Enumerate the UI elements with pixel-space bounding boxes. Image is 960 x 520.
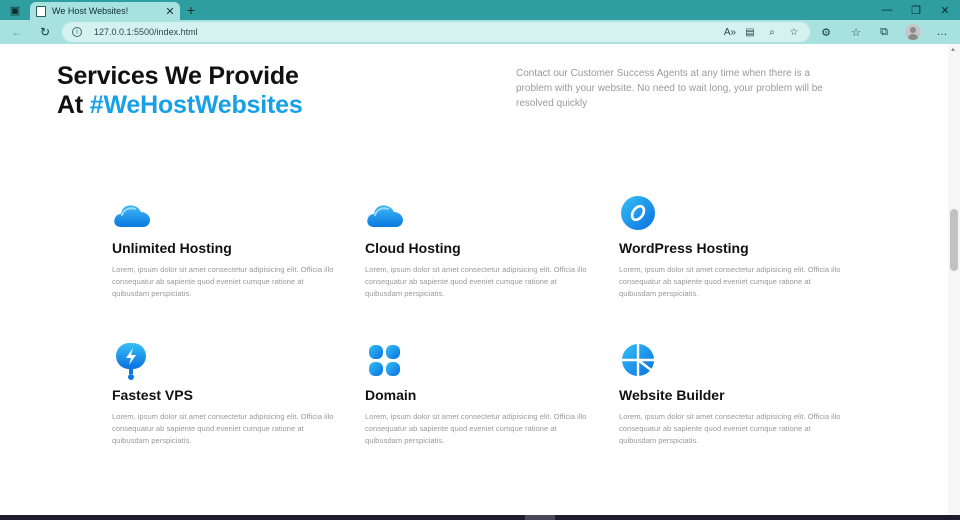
maximize-icon[interactable]: ❐	[901, 0, 931, 20]
minimize-icon[interactable]: —	[872, 0, 902, 20]
site-info-icon[interactable]: i	[72, 27, 82, 37]
hero-description: Contact our Customer Success Agents at a…	[516, 68, 823, 109]
page-title: Services We Provide At #WeHostWebsites	[57, 62, 303, 120]
scroll-up-icon[interactable]: ▲	[950, 47, 956, 53]
extensions-icon[interactable]: ⚙	[818, 24, 834, 40]
service-description: Lorem, ipsum dolor sit amet consectetur …	[619, 265, 841, 298]
favorite-star-icon[interactable]: ☆	[786, 24, 802, 40]
browser-tab[interactable]: We Host Websites! ✕	[30, 2, 180, 20]
zoom-icon[interactable]: ⌕	[764, 24, 780, 40]
title-highlight: #WeHostWebsites	[89, 91, 303, 119]
service-title: Website Builder	[619, 387, 725, 403]
tab-title: We Host Websites!	[52, 6, 129, 16]
refresh-icon[interactable]: ↻	[36, 23, 54, 41]
service-title: WordPress Hosting	[619, 240, 749, 256]
service-description: Lorem, ipsum dolor sit amet consectetur …	[112, 265, 334, 298]
service-description: Lorem, ipsum dolor sit amet consectetur …	[619, 412, 841, 445]
page-favicon-icon	[36, 5, 46, 17]
browser-tabbar: ▣ We Host Websites! ✕ + — ❐ ✕	[0, 0, 960, 20]
browser-toolbar: ← ↻ i 127.0.0.1:5500/index.html A» ▤ ⌕ ☆…	[0, 20, 960, 44]
title-line-2: At #WeHostWebsites	[57, 91, 303, 120]
cloud-icon	[367, 205, 403, 227]
collections-icon[interactable]: ⧉	[876, 24, 892, 40]
service-description: Lorem, ipsum dolor sit amet consectetur …	[112, 412, 334, 445]
os-taskbar	[0, 515, 960, 520]
immersive-reader-icon[interactable]: ▤	[742, 24, 758, 40]
service-title: Cloud Hosting	[365, 240, 461, 256]
ring-icon	[621, 196, 655, 230]
url-text: 127.0.0.1:5500/index.html	[94, 27, 198, 37]
pie-icon	[622, 344, 654, 376]
close-window-icon[interactable]: ✕	[930, 0, 960, 20]
read-aloud-icon[interactable]: A»	[722, 24, 738, 40]
grid-icon	[369, 345, 400, 376]
service-description: Lorem, ipsum dolor sit amet consectetur …	[365, 412, 587, 445]
favorites-icon[interactable]: ☆	[848, 24, 864, 40]
taskbar-active-app[interactable]	[525, 515, 555, 520]
service-title: Domain	[365, 387, 417, 403]
address-bar[interactable]: i 127.0.0.1:5500/index.html A» ▤ ⌕ ☆	[62, 22, 810, 42]
cloud-icon	[114, 205, 150, 227]
title-line-1: Services We Provide	[57, 62, 299, 90]
title-prefix: At	[57, 91, 90, 119]
service-title: Unlimited Hosting	[112, 240, 232, 256]
close-tab-icon[interactable]: ✕	[162, 3, 178, 19]
lightning-pin-icon	[116, 343, 146, 380]
page-content: Services We Provide At #WeHostWebsites C…	[0, 44, 948, 515]
tab-actions-icon[interactable]: ▣	[0, 0, 30, 20]
new-tab-icon[interactable]: +	[183, 2, 199, 18]
page-scrollbar[interactable]: ▲	[948, 44, 960, 515]
service-description: Lorem, ipsum dolor sit amet consectetur …	[365, 265, 587, 298]
back-icon[interactable]: ←	[8, 23, 26, 41]
more-menu-icon[interactable]: …	[934, 24, 950, 40]
scroll-thumb[interactable]	[950, 209, 958, 271]
service-title: Fastest VPS	[112, 387, 193, 403]
profile-avatar[interactable]	[905, 24, 921, 40]
